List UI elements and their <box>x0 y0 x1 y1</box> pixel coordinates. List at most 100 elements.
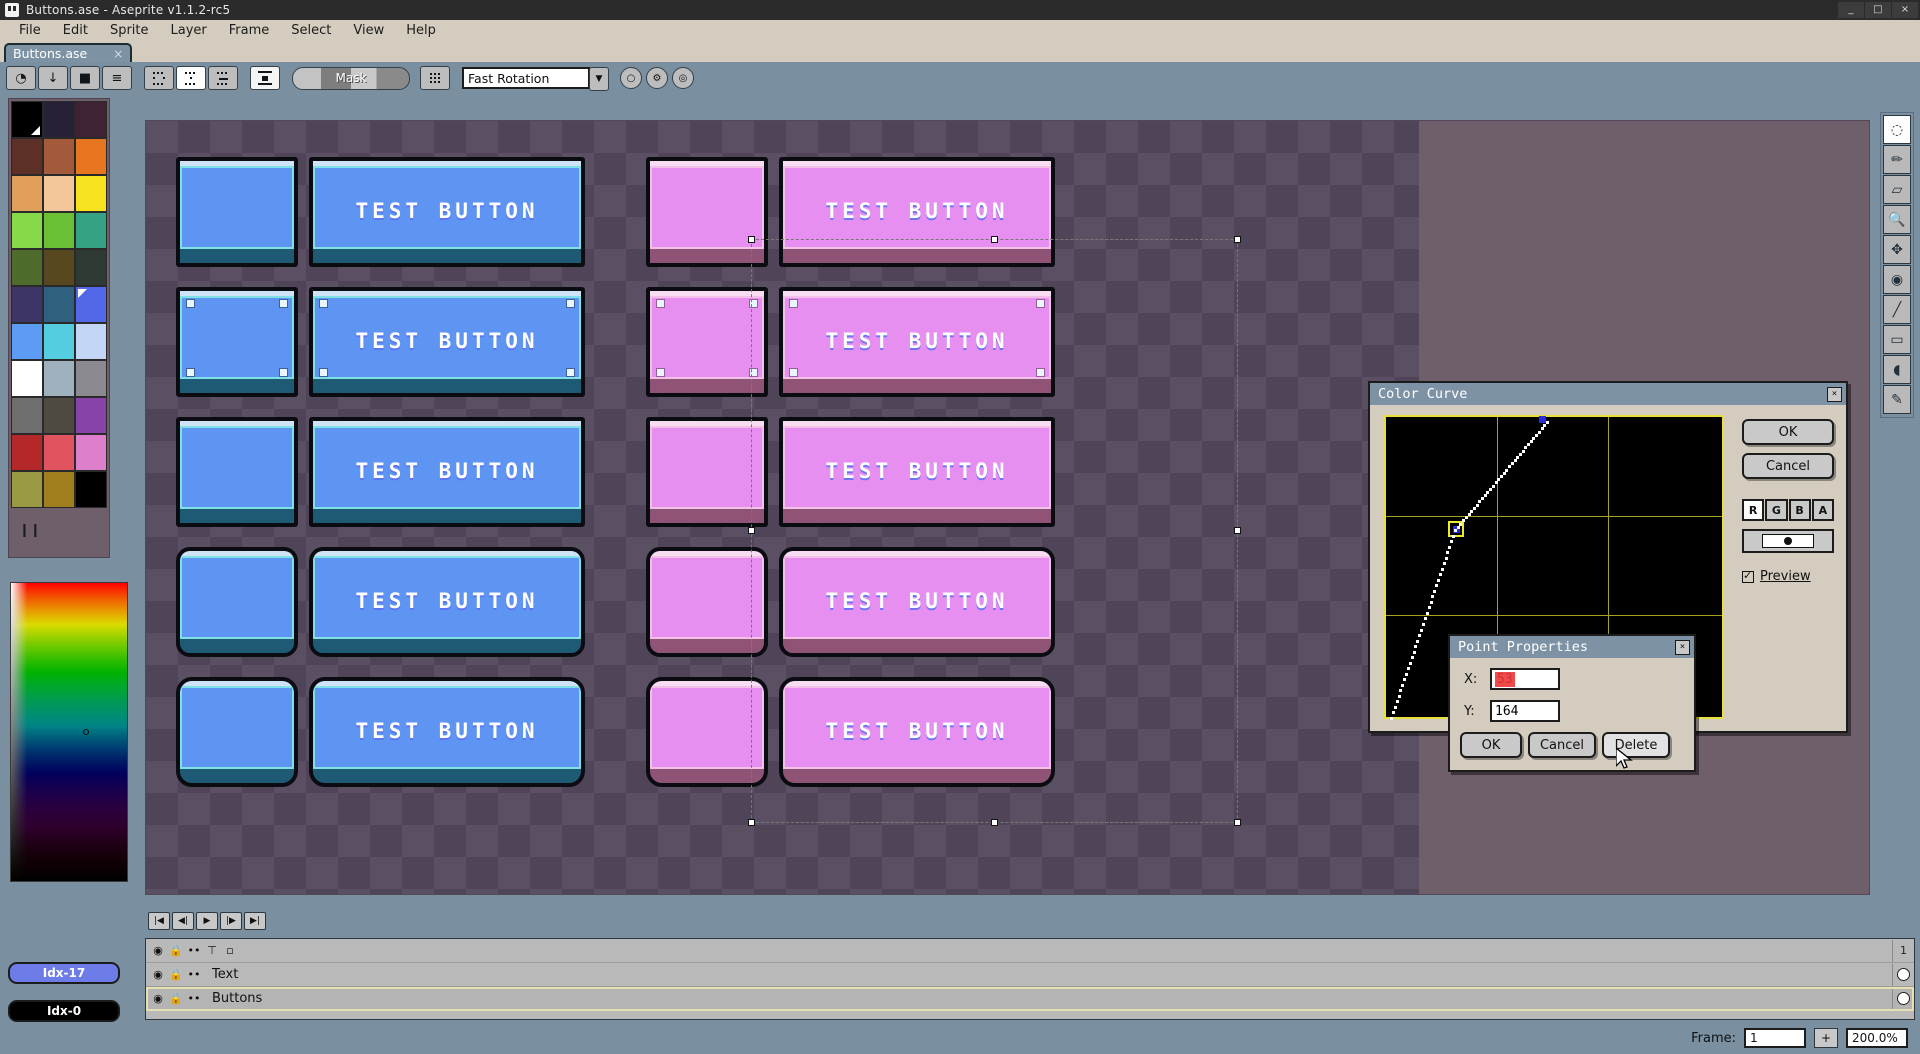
selection-mask-button[interactable] <box>250 66 280 90</box>
layer-row-text[interactable]: ◉ 🔒 •• Text <box>146 963 1914 987</box>
add-frame-button[interactable]: + <box>1814 1028 1838 1048</box>
ink-opaque-button[interactable]: ■ <box>70 66 100 90</box>
palette-swatch[interactable] <box>43 471 75 508</box>
menu-edit[interactable]: Edit <box>52 22 99 39</box>
ink-lines-button[interactable]: ≡ <box>102 66 132 90</box>
eraser-tool[interactable]: ▱ <box>1883 175 1911 204</box>
menu-view[interactable]: View <box>342 22 395 39</box>
pencil-tool[interactable]: ✏ <box>1883 145 1911 174</box>
palette-swatch[interactable] <box>43 360 75 397</box>
lock-icon[interactable]: 🔒 <box>168 991 184 1007</box>
close-button[interactable]: × <box>1892 2 1918 18</box>
rectangle-tool[interactable]: ▭ <box>1883 325 1911 354</box>
selection-subtract-button[interactable] <box>208 66 238 90</box>
menu-layer[interactable]: Layer <box>160 22 218 39</box>
palette-swatch[interactable] <box>75 175 107 212</box>
palette-swatch[interactable] <box>11 434 43 471</box>
continuous-icon[interactable]: •• <box>186 991 202 1007</box>
close-icon[interactable]: × <box>1827 387 1842 402</box>
palette-swatch[interactable] <box>75 323 107 360</box>
palette-swatch[interactable] <box>11 138 43 175</box>
eye-icon[interactable]: ◉ <box>150 991 166 1007</box>
color-curve-cancel-button[interactable]: Cancel <box>1742 453 1834 479</box>
marquee-tool[interactable]: ◌ <box>1883 115 1911 144</box>
layer-name-buttons[interactable]: Buttons <box>206 991 1892 1006</box>
palette-swatch[interactable] <box>75 471 107 508</box>
palette-swatch[interactable] <box>43 249 75 286</box>
move-tool[interactable]: ✥ <box>1883 235 1911 264</box>
x-input[interactable]: 53 <box>1490 668 1560 690</box>
rotation-algorithm-select[interactable]: Fast Rotation ▼ <box>462 67 590 89</box>
curve-endpoint-upper[interactable] <box>1534 411 1550 427</box>
close-icon[interactable]: × <box>1675 640 1690 655</box>
first-frame-button[interactable]: |◀ <box>148 912 170 930</box>
line-tool[interactable]: ╱ <box>1883 295 1911 324</box>
lock-icon[interactable]: 🔒 <box>168 967 184 983</box>
palette-swatch[interactable] <box>75 101 107 138</box>
continuous-icon[interactable]: •• <box>186 943 202 959</box>
timeline-cell-text-1[interactable] <box>1892 964 1914 986</box>
palette-swatch[interactable] <box>43 175 75 212</box>
menu-sprite[interactable]: Sprite <box>99 22 160 39</box>
foreground-color-chip[interactable]: Idx-17 <box>8 962 120 984</box>
palette-footer[interactable]: ❙❙ <box>9 510 109 550</box>
spray-tool[interactable]: ✎ <box>1883 385 1911 414</box>
palette-swatch[interactable] <box>11 101 43 138</box>
chevron-down-icon[interactable]: ▼ <box>589 67 609 91</box>
menu-frame[interactable]: Frame <box>218 22 281 39</box>
minimize-button[interactable]: _ <box>1838 2 1864 18</box>
tab-close-icon[interactable]: × <box>113 47 123 61</box>
palette-swatch[interactable] <box>75 397 107 434</box>
color-spectrum-picker[interactable] <box>10 582 128 882</box>
preview-checkbox-group[interactable]: Preview <box>1742 569 1834 584</box>
palette-swatch[interactable] <box>43 101 75 138</box>
channel-a-button[interactable]: A <box>1812 499 1834 521</box>
frame-input[interactable]: 1 <box>1744 1028 1806 1048</box>
point-delete-button[interactable]: Delete <box>1602 732 1670 758</box>
last-frame-button[interactable]: ▶| <box>244 912 266 930</box>
palette-swatch[interactable] <box>11 212 43 249</box>
mask-opacity-slider[interactable]: Mask <box>292 67 410 90</box>
menu-select[interactable]: Select <box>280 22 342 39</box>
palette-swatch[interactable] <box>43 323 75 360</box>
onion-icon[interactable]: ⊤ <box>204 943 220 959</box>
selection-add-button[interactable] <box>176 66 206 90</box>
zoom-level-field[interactable]: 200.0% <box>1846 1028 1908 1048</box>
snap-to-grid-button[interactable]: ⚙ <box>646 67 668 89</box>
menu-file[interactable]: File <box>8 22 52 39</box>
palette-swatch[interactable] <box>43 434 75 471</box>
color-curve-ok-button[interactable]: OK <box>1742 419 1834 445</box>
blur-tool[interactable]: ◖ <box>1883 355 1911 384</box>
palette-swatch[interactable] <box>11 360 43 397</box>
continuous-icon[interactable]: •• <box>186 967 202 983</box>
play-button[interactable]: ▶ <box>196 912 218 930</box>
menu-help[interactable]: Help <box>395 22 447 39</box>
layer-row-buttons[interactable]: ◉ 🔒 •• Buttons <box>146 987 1914 1011</box>
palette-swatch[interactable] <box>43 212 75 249</box>
palette-swatch[interactable] <box>11 286 43 323</box>
y-input[interactable]: 164 <box>1490 700 1560 722</box>
palette-swatch[interactable] <box>75 286 107 323</box>
frame-tag-icon[interactable]: ▫ <box>222 943 238 959</box>
eye-icon[interactable]: ◉ <box>150 943 166 959</box>
channel-b-button[interactable]: B <box>1789 499 1811 521</box>
palette-swatch[interactable] <box>75 138 107 175</box>
point-cancel-button[interactable]: Cancel <box>1528 732 1596 758</box>
next-frame-button[interactable]: |▶ <box>220 912 242 930</box>
palette-swatch[interactable] <box>11 397 43 434</box>
palette-swatch[interactable] <box>43 397 75 434</box>
palette-swatch[interactable] <box>11 323 43 360</box>
palette-swatch[interactable] <box>11 175 43 212</box>
background-color-chip[interactable]: Idx-0 <box>8 1000 120 1022</box>
grid-settings-button[interactable] <box>420 66 450 90</box>
onion-skin-button[interactable]: ○ <box>620 67 642 89</box>
maximize-button[interactable]: □ <box>1865 2 1891 18</box>
ink-alpha-button[interactable]: ↓ <box>38 66 68 90</box>
eye-icon[interactable]: ◉ <box>150 967 166 983</box>
tab-buttons-ase[interactable]: Buttons.ase × <box>4 43 132 62</box>
zoom-tool[interactable]: 🔍 <box>1883 205 1911 234</box>
palette-swatch[interactable] <box>75 212 107 249</box>
curve-type-selector[interactable] <box>1742 529 1834 553</box>
channel-r-button[interactable]: R <box>1742 499 1764 521</box>
tiled-mode-button[interactable]: ◎ <box>672 67 694 89</box>
